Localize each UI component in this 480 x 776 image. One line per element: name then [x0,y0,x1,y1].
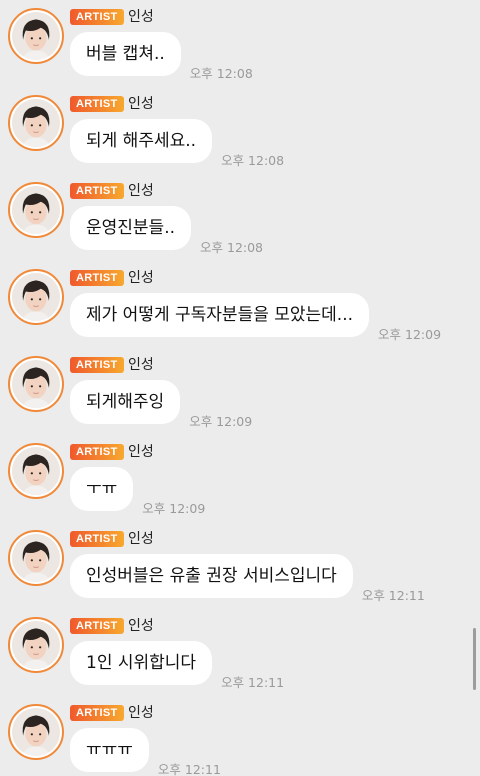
artist-badge: ARTIST [70,183,124,199]
message-bubble[interactable]: ㅜㅠ [70,467,134,511]
message-row: ARTIST 인성 1인 시위합니다 오후 12:11 [0,613,480,700]
avatar[interactable] [8,704,64,760]
avatar-photo [12,708,60,756]
bubble-row: ㅜㅠ 오후 12:09 [70,467,205,516]
bubble-row: 버블 캡쳐.. 오후 12:08 [70,32,253,81]
message-time: 오후 12:08 [200,240,264,255]
artist-badge: ARTIST [70,9,124,25]
sender-name: 인성 [128,9,154,25]
sender-name: 인성 [128,183,154,199]
sender-name: 인성 [128,96,154,112]
bubble-row: 제가 어떻게 구독자분들을 모았는데... 오후 12:09 [70,293,441,342]
avatar-photo [12,621,60,669]
artist-badge: ARTIST [70,705,124,721]
message-row: ARTIST 인성 되게해주잉 오후 12:09 [0,352,480,439]
message-time: 오후 12:09 [189,414,253,429]
bubble-row: 되게해주잉 오후 12:09 [70,380,252,429]
avatar[interactable] [8,95,64,151]
message-time: 오후 12:11 [157,762,221,776]
message-bubble[interactable]: 인성버블은 유출 권장 서비스입니다 [70,554,353,598]
message-bubble[interactable]: 되게 해주세요.. [70,119,213,163]
avatar-photo [12,534,60,582]
message-bubble[interactable]: 1인 시위합니다 [70,641,213,685]
bubble-row: 운영진분들.. 오후 12:08 [70,206,263,255]
sender-name: 인성 [128,618,154,634]
artist-badge: ARTIST [70,357,124,373]
message-bubble[interactable]: 되게해주잉 [70,380,181,424]
message-time: 오후 12:11 [221,675,285,690]
sender-name: 인성 [128,270,154,286]
avatar[interactable] [8,269,64,325]
avatar-photo [12,186,60,234]
avatar[interactable] [8,356,64,412]
message-row: ARTIST 인성 운영진분들.. 오후 12:08 [0,178,480,265]
message-time: 오후 12:08 [221,153,285,168]
message-bubble[interactable]: ㅠㅠㅠ [70,728,149,772]
artist-badge: ARTIST [70,531,124,547]
message-time: 오후 12:09 [142,501,206,516]
avatar[interactable] [8,182,64,238]
bubble-row: 되게 해주세요.. 오후 12:08 [70,119,284,168]
bubble-row: ㅠㅠㅠ 오후 12:11 [70,728,221,776]
avatar-photo [12,12,60,60]
avatar[interactable] [8,617,64,673]
message-time: 오후 12:08 [189,66,253,81]
avatar-photo [12,447,60,495]
sender-name: 인성 [128,357,154,373]
avatar-photo [12,273,60,321]
artist-badge: ARTIST [70,444,124,460]
sender-name: 인성 [128,531,154,547]
message-row: ARTIST 인성 제가 어떻게 구독자분들을 모았는데... 오후 12:09 [0,265,480,352]
avatar[interactable] [8,530,64,586]
message-row: ARTIST 인성 ㅠㅠㅠ 오후 12:11 [0,700,480,776]
message-time: 오후 12:09 [378,327,442,342]
artist-badge: ARTIST [70,618,124,634]
avatar-photo [12,360,60,408]
bubble-row: 인성버블은 유출 권장 서비스입니다 오후 12:11 [70,554,425,603]
sender-name: 인성 [128,444,154,460]
message-row: ARTIST 인성 ㅜㅠ 오후 12:09 [0,439,480,526]
scrollbar[interactable] [473,628,476,690]
chat-view[interactable]: ARTIST 인성 버블 캡쳐.. 오후 12:08 ARTIST 인성 되게 … [0,0,480,776]
message-row: ARTIST 인성 버블 캡쳐.. 오후 12:08 [0,4,480,91]
avatar[interactable] [8,8,64,64]
avatar-photo [12,99,60,147]
message-bubble[interactable]: 버블 캡쳐.. [70,32,181,76]
bubble-row: 1인 시위합니다 오후 12:11 [70,641,284,690]
message-row: ARTIST 인성 되게 해주세요.. 오후 12:08 [0,91,480,178]
artist-badge: ARTIST [70,96,124,112]
avatar[interactable] [8,443,64,499]
sender-name: 인성 [128,705,154,721]
artist-badge: ARTIST [70,270,124,286]
message-time: 오후 12:11 [361,588,425,603]
message-bubble[interactable]: 제가 어떻게 구독자분들을 모았는데... [70,293,370,337]
message-row: ARTIST 인성 인성버블은 유출 권장 서비스입니다 오후 12:11 [0,526,480,613]
message-bubble[interactable]: 운영진분들.. [70,206,192,250]
